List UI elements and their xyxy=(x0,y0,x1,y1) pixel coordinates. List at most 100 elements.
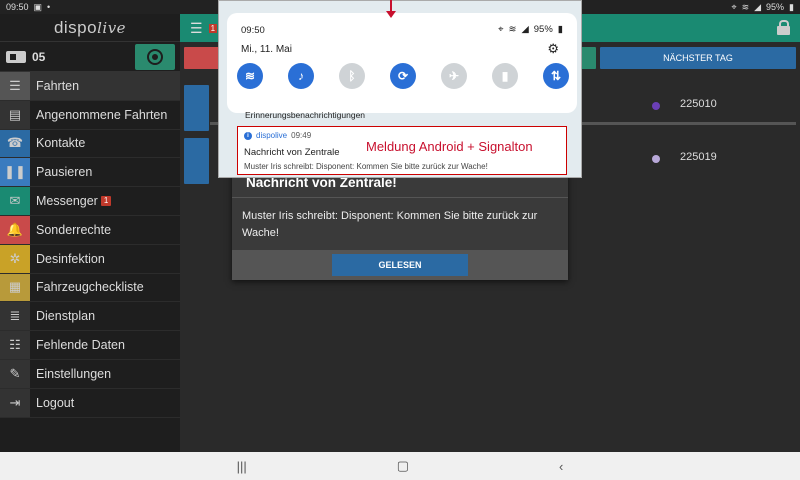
shade-date: Mi., 11. Mai xyxy=(241,44,292,55)
logo-prefix: dispo xyxy=(53,17,98,37)
sidebar-item-label: Fahrzeugcheckliste xyxy=(36,280,144,295)
image-icon: ▣ xyxy=(33,1,43,12)
app-logo: dispo live xyxy=(0,14,180,42)
logo-suffix: live xyxy=(97,18,127,37)
notification-text: Muster Iris schreibt: Disponent: Kommen … xyxy=(244,162,488,171)
sidebar-item-pausieren[interactable]: ❚❚ Pausieren xyxy=(0,158,180,188)
recent-apps-icon[interactable]: ||| xyxy=(237,459,247,474)
sidebar-item-label: Fehlende Daten xyxy=(36,338,125,353)
notification-app: i dispolive 09:49 xyxy=(244,131,311,140)
sidebar-item-kontakte[interactable]: ☎ Kontakte xyxy=(0,129,180,159)
system-nav-bar: ||| ▢ ‹ xyxy=(0,452,800,480)
signal-icon: ◢ xyxy=(521,24,529,35)
notification-card[interactable]: i dispolive 09:49 Nachricht von Zentrale… xyxy=(237,126,567,175)
quick-toggles: ≋ ♪ ᛒ ⟳ ✈ ▮ ⇅ xyxy=(237,63,569,89)
battery-saver-toggle-icon[interactable]: ▮ xyxy=(492,63,518,89)
location-icon: ⌖ xyxy=(498,24,504,35)
notification-time: 09:49 xyxy=(291,131,312,140)
notification-section-header: Erinnerungsbenachrichtigungen xyxy=(245,110,366,120)
clipboard-icon: ▦ xyxy=(0,273,30,302)
sidebar-item-desinfektion[interactable]: ✲ Desinfektion xyxy=(0,244,180,274)
vehicle-number: 05 xyxy=(32,49,46,64)
annotation-arrowhead xyxy=(386,11,396,18)
vehicle-selector[interactable]: 05 xyxy=(0,42,180,72)
status-time: 09:50 xyxy=(6,2,29,12)
id-card-icon: ▤ xyxy=(0,100,30,129)
shade-battery: 95% xyxy=(533,24,553,35)
back-icon[interactable]: ‹ xyxy=(559,459,563,474)
sidebar-item-fahrzeugcheckliste[interactable]: ▦ Fahrzeugcheckliste xyxy=(0,273,180,303)
next-day-button[interactable]: NÄCHSTER TAG xyxy=(600,47,796,69)
sidebar-item-messenger[interactable]: ✉ Messenger 1 xyxy=(0,187,180,216)
sidebar-item-logout[interactable]: ⇥ Logout xyxy=(0,388,180,418)
signal-icon: ◢ xyxy=(754,1,762,12)
sidebar-item-label: Messenger xyxy=(36,194,98,209)
sidebar-item-label: Sonderrechte xyxy=(36,222,112,237)
sidebar-item-dienstplan[interactable]: ≣ Dienstplan xyxy=(0,302,180,332)
sidebar-item-label: Einstellungen xyxy=(36,366,112,381)
trip-status-tile[interactable] xyxy=(184,85,209,131)
sidebar-item-label: Kontakte xyxy=(36,136,86,151)
notification-shade: 09:50 ⌖ ≋ ◢ 95% ▮ Mi., 11. Mai ⚙ ≋ ♪ ᛒ ⟳… xyxy=(218,0,582,178)
radio-signal-icon xyxy=(147,49,163,65)
mail-icon: ✉ xyxy=(0,187,30,215)
notification-title: Nachricht von Zentrale xyxy=(244,147,340,158)
bug-icon: ✲ xyxy=(0,244,30,273)
sidebar-item-label: Dienstplan xyxy=(36,309,96,324)
sidebar-item-label: Logout xyxy=(36,395,75,410)
trip-number: 225019 xyxy=(680,151,717,163)
truck-icon xyxy=(6,50,26,63)
battery-icon: ▮ xyxy=(789,1,794,12)
database-icon: ☷ xyxy=(0,331,30,359)
shade-status: ⌖ ≋ ◢ 95% ▮ xyxy=(498,24,563,35)
wifi-icon: ≋ xyxy=(741,1,750,12)
messenger-badge: 1 xyxy=(100,196,112,207)
gear-icon[interactable]: ⚙ xyxy=(547,41,559,57)
home-icon[interactable]: ▢ xyxy=(397,458,409,474)
sidebar-item-fahrten[interactable]: ☰ Fahrten xyxy=(0,72,180,101)
sidebar-item-label: Desinfektion xyxy=(36,251,105,266)
trip-status-dot xyxy=(652,155,660,163)
gelesen-button[interactable]: GELESEN xyxy=(332,254,468,276)
annotation-callout: Meldung Android + Signalton xyxy=(366,139,533,154)
mobile-data-toggle-icon[interactable]: ⇅ xyxy=(543,63,569,89)
hamburger-menu-icon[interactable]: ☰ xyxy=(190,20,203,37)
trip-status-tile[interactable] xyxy=(184,138,209,184)
airplane-toggle-icon[interactable]: ✈ xyxy=(441,63,467,89)
sidebar-item-einstellungen[interactable]: ✎ Einstellungen xyxy=(0,359,180,389)
sidebar-menu: ☰ Fahrten ▤ Angenommene Fahrten ☎ Kontakte ❚❚ P… xyxy=(0,72,180,418)
wifi-toggle-icon[interactable]: ≋ xyxy=(237,63,263,89)
location-icon: ⌖ xyxy=(731,1,737,12)
message-dialog: Nachricht von Zentrale! Muster Iris schr… xyxy=(232,168,568,280)
pause-icon: ❚❚ xyxy=(0,158,30,187)
battery-percent: 95% xyxy=(766,2,785,12)
trip-number: 225010 xyxy=(680,98,717,110)
sidebar-item-label: Fahrten xyxy=(36,78,80,93)
sidebar: dispo live 05 ☰ Fahrten ▤ Angenommene Fahrte… xyxy=(0,14,180,452)
sidebar-item-label: Angenommene Fahrten xyxy=(36,107,168,122)
checklist-icon: ☰ xyxy=(0,72,30,100)
dialog-body: Muster Iris schreibt: Disponent: Kommen … xyxy=(242,210,538,239)
radio-status-button[interactable] xyxy=(135,44,175,70)
sidebar-item-label: Pausieren xyxy=(36,165,93,180)
dialog-footer: GELESEN xyxy=(232,250,568,280)
sidebar-item-angenommene-fahrten[interactable]: ▤ Angenommene Fahrten xyxy=(0,100,180,130)
contacts-icon: ☎ xyxy=(0,129,30,158)
wrench-icon: ✎ xyxy=(0,359,30,388)
sidebar-item-fehlende-daten[interactable]: ☷ Fehlende Daten xyxy=(0,331,180,360)
quick-settings-panel: 09:50 ⌖ ≋ ◢ 95% ▮ Mi., 11. Mai ⚙ ≋ ♪ ᛒ ⟳… xyxy=(227,13,577,113)
wifi-icon: ≋ xyxy=(508,24,517,35)
logout-icon: ⇥ xyxy=(0,388,30,417)
trip-status-dot xyxy=(652,102,660,110)
info-icon: i xyxy=(244,131,252,140)
lock-icon[interactable] xyxy=(777,20,790,35)
topbar-badge: 1 xyxy=(208,23,218,33)
notification-dot-icon: • xyxy=(47,2,51,12)
autorotate-toggle-icon[interactable]: ⟳ xyxy=(390,63,416,89)
shade-time: 09:50 xyxy=(241,25,265,36)
sound-toggle-icon[interactable]: ♪ xyxy=(288,63,314,89)
battery-icon: ▮ xyxy=(557,24,563,35)
bluetooth-toggle-icon[interactable]: ᛒ xyxy=(339,63,365,89)
sidebar-item-sonderrechte[interactable]: 🔔 Sonderrechte xyxy=(0,215,180,245)
notification-app-name: dispolive xyxy=(256,131,288,140)
